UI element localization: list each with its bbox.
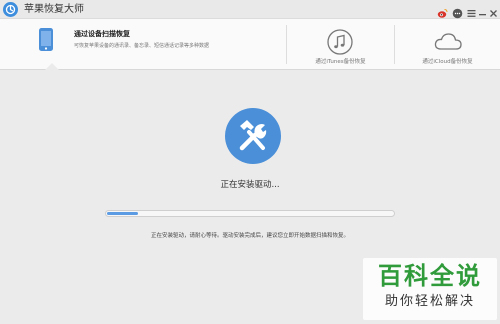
weibo-icon[interactable] bbox=[437, 4, 448, 18]
tab-device-scan[interactable]: 通过设备扫描恢复 可恢复苹果设备的通讯录、备忘录、短信通话记录等多种数据 bbox=[0, 19, 286, 70]
menu-icon[interactable] bbox=[466, 4, 477, 17]
install-hint-text: 正在安装驱动，请耐心等待。驱动安装完成后，建议您立即开始数据扫描和恢复。 bbox=[150, 233, 349, 239]
active-tab-pointer bbox=[44, 63, 60, 71]
close-icon[interactable] bbox=[489, 4, 500, 17]
music-icon bbox=[326, 28, 354, 60]
cloud-icon bbox=[433, 31, 463, 57]
install-progress-fill bbox=[107, 212, 138, 215]
watermark-logo: 百科全说 助你轻松解决 bbox=[363, 258, 497, 320]
minimize-icon[interactable] bbox=[478, 4, 489, 16]
title-bar: 苹果恢复大师 bbox=[0, 0, 500, 19]
app-title: 苹果恢复大师 bbox=[24, 4, 84, 15]
tab-icloud-backup-label: 通过iCloud备份恢复 bbox=[422, 59, 473, 65]
tab-itunes-backup[interactable]: 通过iTunes备份恢复 bbox=[287, 19, 394, 70]
mode-tab-bar: 通过设备扫描恢复 可恢复苹果设备的通讯录、备忘录、短信通话记录等多种数据 通过i… bbox=[0, 19, 500, 70]
tab-icloud-backup[interactable]: 通过iCloud备份恢复 bbox=[395, 19, 500, 70]
tab-device-scan-desc: 可恢复苹果设备的通讯录、备忘录、短信通话记录等多种数据 bbox=[74, 43, 210, 49]
tools-icon bbox=[225, 108, 281, 164]
watermark-subtitle: 助你轻松解决 bbox=[384, 294, 475, 309]
watermark-title: 百科全说 bbox=[378, 262, 482, 290]
phone-icon bbox=[38, 27, 54, 56]
install-progress-bar bbox=[105, 210, 395, 217]
chat-icon[interactable] bbox=[452, 4, 463, 19]
tab-itunes-backup-label: 通过iTunes备份恢复 bbox=[315, 59, 366, 65]
app-logo-icon bbox=[3, 2, 18, 17]
install-status-text: 正在安装驱动... bbox=[220, 180, 280, 190]
tab-device-scan-title: 通过设备扫描恢复 bbox=[74, 30, 130, 38]
